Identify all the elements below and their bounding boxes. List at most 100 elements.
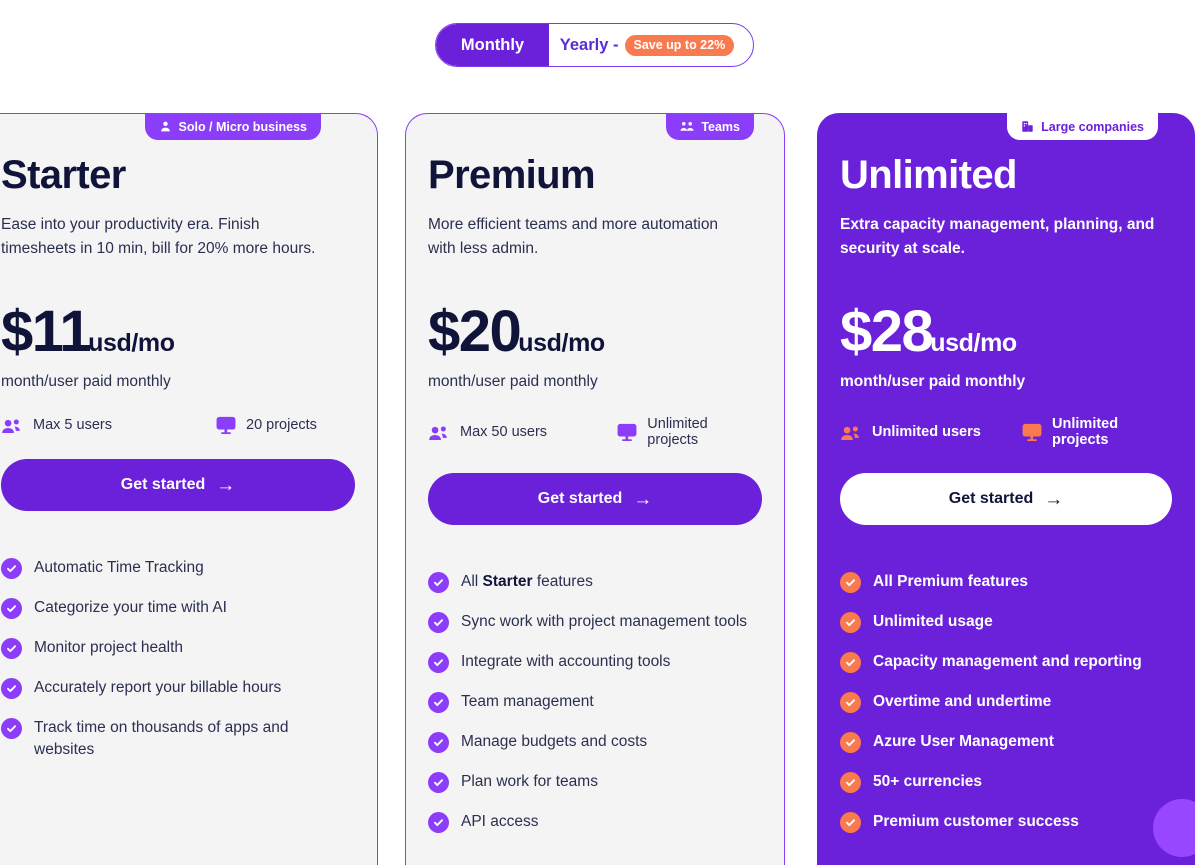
- meta-label: 20 projects: [246, 417, 317, 434]
- features-list-premium: All Starter features Sync work with proj…: [428, 571, 762, 834]
- plan-title-unlimited: Unlimited: [840, 153, 1017, 197]
- feature-item: API access: [428, 811, 762, 834]
- plan-meta-starter: Max 5 users 20 projects: [1, 416, 355, 435]
- feature-item: Manage budgets and costs: [428, 731, 762, 754]
- toggle-option-monthly[interactable]: Monthly: [436, 24, 549, 66]
- feature-item: Azure User Management: [840, 731, 1172, 754]
- feature-item: Sync work with project management tools: [428, 611, 762, 634]
- meta-users-starter: Max 5 users: [1, 417, 216, 434]
- plan-description-premium: More efficient teams and more automation…: [428, 216, 719, 258]
- price-amount: $11: [1, 299, 92, 365]
- plan-price-starter: $11 usd/mo: [1, 303, 355, 361]
- meta-projects-starter: 20 projects: [216, 416, 317, 435]
- features-list-starter: Automatic Time Tracking Categorize your …: [1, 557, 355, 760]
- feature-item: Unlimited usage: [840, 611, 1172, 634]
- get-started-button-starter[interactable]: Get started →: [1, 459, 355, 512]
- check-icon: [840, 692, 861, 714]
- feature-label: Team management: [461, 693, 594, 711]
- plan-badge-starter: Solo / Micro business: [144, 113, 321, 140]
- feature-label: All Starter features: [461, 573, 593, 591]
- feature-label: Automatic Time Tracking: [34, 559, 204, 577]
- people-icon: [1, 417, 23, 434]
- check-icon: [428, 732, 449, 754]
- check-icon: [840, 612, 861, 634]
- meta-label: Unlimited users: [872, 424, 981, 441]
- cta-label: Get started: [120, 476, 206, 494]
- arrow-right-icon: →: [633, 488, 653, 510]
- feature-label: Premium customer success: [873, 813, 1079, 831]
- plan-price-unlimited: $28 usd/mo: [840, 303, 1172, 361]
- pricing-page: Monthly Yearly - Save up to 22% Solo / M…: [0, 0, 1195, 865]
- feature-item: Track time on thousands of apps and webs…: [1, 717, 355, 760]
- people-group-icon: [680, 120, 694, 133]
- feature-label: Monitor project health: [34, 639, 184, 657]
- feature-item: Plan work for teams: [428, 771, 762, 794]
- check-icon: [1, 558, 22, 580]
- cta-label: Get started: [537, 490, 623, 508]
- check-icon: [840, 572, 861, 594]
- people-icon: [428, 424, 450, 441]
- feature-item: Team management: [428, 691, 762, 714]
- feature-label: Overtime and undertime: [873, 693, 1052, 711]
- price-amount: $20: [428, 299, 522, 365]
- meta-projects-premium: Unlimited projects: [617, 416, 762, 448]
- get-started-button-unlimited[interactable]: Get started →: [840, 473, 1172, 526]
- meta-users-premium: Max 50 users: [428, 424, 617, 441]
- pricing-card-starter: Solo / Micro business Starter Ease into …: [0, 113, 378, 865]
- plan-badge-label: Solo / Micro business: [178, 119, 308, 134]
- pricing-card-premium: Teams Premium More efficient teams and m…: [405, 113, 785, 865]
- plan-price-note-unlimited: month/user paid monthly: [840, 373, 1026, 391]
- check-icon: [428, 772, 449, 794]
- feature-item: Automatic Time Tracking: [1, 557, 355, 580]
- meta-users-unlimited: Unlimited users: [840, 424, 1022, 441]
- plan-meta-premium: Max 50 users Unlimited projects: [428, 416, 762, 448]
- get-started-button-premium[interactable]: Get started →: [428, 473, 762, 526]
- feature-label: Categorize your time with AI: [34, 599, 227, 617]
- single-person-icon: [159, 120, 172, 133]
- plan-title-premium: Premium: [428, 153, 596, 197]
- price-unit: usd/mo: [930, 329, 1017, 358]
- feature-label: Integrate with accounting tools: [461, 653, 671, 671]
- meta-projects-unlimited: Unlimited projects: [1022, 416, 1172, 448]
- check-icon: [840, 812, 861, 834]
- feature-label: All Premium features: [873, 573, 1029, 591]
- plan-price-note-starter: month/user paid monthly: [1, 373, 171, 391]
- feature-item: Overtime and undertime: [840, 691, 1172, 714]
- meta-label: Unlimited projects: [647, 416, 708, 449]
- cta-label: Get started: [948, 490, 1034, 508]
- check-icon: [428, 652, 449, 674]
- feature-label: Sync work with project management tools: [461, 613, 748, 631]
- plan-price-note-premium: month/user paid monthly: [428, 373, 598, 391]
- monitor-icon: [617, 423, 637, 442]
- feature-item: 50+ currencies: [840, 771, 1172, 794]
- check-icon: [428, 812, 449, 834]
- feature-label: Manage budgets and costs: [461, 733, 648, 751]
- check-icon: [840, 652, 861, 674]
- building-icon: [1021, 120, 1034, 133]
- monitor-icon: [1022, 423, 1042, 442]
- price-unit: usd/mo: [518, 329, 605, 358]
- feature-label: Unlimited usage: [873, 613, 993, 631]
- feature-label: Capacity management and reporting: [873, 653, 1142, 671]
- billing-period-toggle[interactable]: Monthly Yearly - Save up to 22%: [435, 23, 754, 67]
- meta-label: Unlimited projects: [1052, 416, 1119, 449]
- feature-label: 50+ currencies: [873, 773, 983, 791]
- pricing-card-unlimited: Large companies Unlimited Extra capacity…: [817, 113, 1195, 865]
- check-icon: [1, 718, 22, 740]
- arrow-right-icon: →: [1044, 488, 1064, 510]
- meta-label: Max 50 users: [460, 424, 548, 441]
- feature-label: Accurately report your billable hours: [34, 679, 282, 697]
- feature-item: Monitor project health: [1, 637, 355, 660]
- price-amount: $28: [840, 299, 934, 365]
- arrow-right-icon: →: [216, 474, 236, 496]
- people-icon: [840, 424, 862, 441]
- monitor-icon: [216, 416, 236, 435]
- check-icon: [428, 612, 449, 634]
- plan-badge-premium: Teams: [666, 113, 754, 140]
- toggle-option-yearly[interactable]: Yearly - Save up to 22%: [549, 24, 753, 66]
- plan-description-starter: Ease into your productivity era. Finish …: [1, 216, 316, 258]
- plan-badge-unlimited: Large companies: [1007, 113, 1158, 140]
- feature-item: All Starter features: [428, 571, 762, 594]
- feature-item: Premium customer success: [840, 811, 1172, 834]
- toggle-monthly-label: Monthly: [460, 35, 525, 54]
